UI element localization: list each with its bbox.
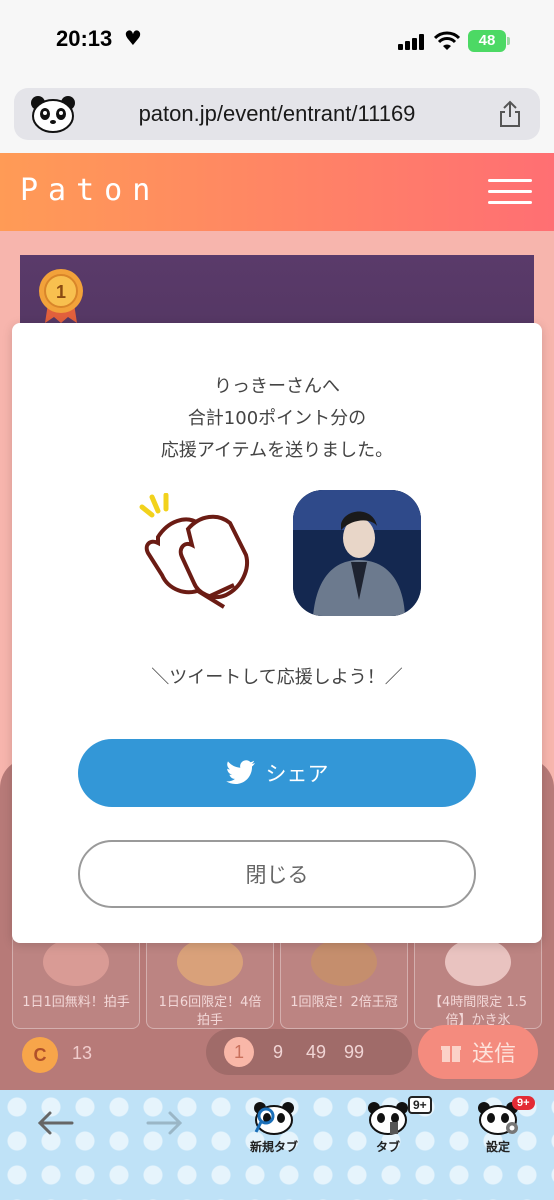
coin-balance: 13 [72, 1043, 93, 1063]
back-arrow-icon[interactable] [36, 1110, 74, 1136]
cellular-signal-icon [398, 34, 426, 50]
amount-selector: 1 9 49 99 [206, 1029, 412, 1075]
twitter-share-button[interactable]: シェア [78, 739, 476, 807]
rank-number: 1 [56, 282, 66, 302]
menu-icon[interactable] [488, 179, 532, 205]
crown-item-icon [311, 938, 377, 986]
support-item-clap-4x[interactable]: 1日6回限定！4倍拍手 [146, 933, 274, 1029]
amount-option[interactable]: 49 [302, 1042, 330, 1063]
clap-item-icon [43, 938, 109, 986]
amount-option[interactable]: 99 [340, 1042, 368, 1063]
gift-icon [440, 1046, 461, 1062]
support-item-label: 1日1回無料！拍手 [22, 995, 130, 1010]
site-header: Paton [0, 153, 554, 231]
tab-count-badge: 9+ [408, 1096, 432, 1114]
wifi-icon [434, 31, 460, 50]
golden-clap-item-icon [177, 938, 243, 986]
amount-option[interactable]: 9 [264, 1042, 292, 1063]
coin-icon: C [22, 1037, 58, 1073]
battery-indicator: 48 [468, 30, 510, 52]
new-tab-button[interactable]: 新規タブ [246, 1100, 302, 1155]
support-sent-dialog: りっきーさんへ 合計100ポイント分の 応援アイテムを送りました。 ＼ツイートし… [12, 323, 542, 943]
message-line-points: 合計100ポイント分の [187, 408, 367, 429]
send-button[interactable]: 送信 [418, 1025, 538, 1079]
panda-search-icon [254, 1102, 294, 1135]
rank-medal-icon: 1 [39, 269, 83, 323]
support-item-list: 1日1回無料！拍手 1日6回限定！4倍拍手 1回限定！2倍王冠 【4時間限定 1… [12, 933, 542, 1029]
support-item-shaved-ice[interactable]: 【4時間限定 1.5倍】かき氷 [414, 933, 542, 1029]
status-time: 20:13 [56, 26, 113, 51]
message-line-sent: 応援アイテムを送りました。 [160, 440, 394, 461]
tabs-label: タブ [375, 1140, 400, 1154]
dialog-message: りっきーさんへ 合計100ポイント分の 応援アイテムを送りました。 [12, 371, 542, 467]
close-button[interactable]: 閉じる [78, 840, 476, 908]
support-item-clap-free[interactable]: 1日1回無料！拍手 [12, 933, 140, 1029]
settings-notification-badge: 9+ [512, 1096, 535, 1110]
support-item-label: 1回限定！2倍王冠 [290, 995, 398, 1010]
share-icon[interactable] [498, 100, 522, 128]
send-label: 送信 [471, 1042, 516, 1067]
browser-toolbar: 新規タブ タブ 9+ 設定 9+ [0, 1090, 554, 1200]
forward-arrow-icon[interactable] [146, 1110, 184, 1136]
message-line-recipient: りっきーさんへ [214, 376, 340, 397]
point-selector-bar: C 13 1 9 49 99 送信 [0, 1025, 554, 1089]
status-bar: 20:13 ♥ 48 [0, 0, 554, 80]
settings-label: 設定 [485, 1140, 510, 1154]
share-label: シェア [265, 762, 329, 786]
tweet-prompt: ＼ツイートして応援しよう！／ [151, 667, 403, 688]
address-bar[interactable]: paton.jp/event/entrant/11169 [14, 88, 540, 140]
entrant-photo [293, 490, 421, 616]
amount-option-selected[interactable]: 1 [224, 1037, 254, 1067]
shaved-ice-item-icon [445, 938, 511, 986]
new-tab-label: 新規タブ [249, 1140, 298, 1154]
clapping-hands-icon [139, 493, 249, 609]
heart-icon: ♥ [124, 26, 142, 50]
entrant-thumbnail [293, 490, 421, 616]
support-item-crown[interactable]: 1回限定！2倍王冠 [280, 933, 408, 1029]
site-logo[interactable]: Paton [20, 173, 160, 208]
twitter-bird-icon [225, 760, 255, 784]
url-text: paton.jp/event/entrant/11169 [138, 101, 416, 126]
